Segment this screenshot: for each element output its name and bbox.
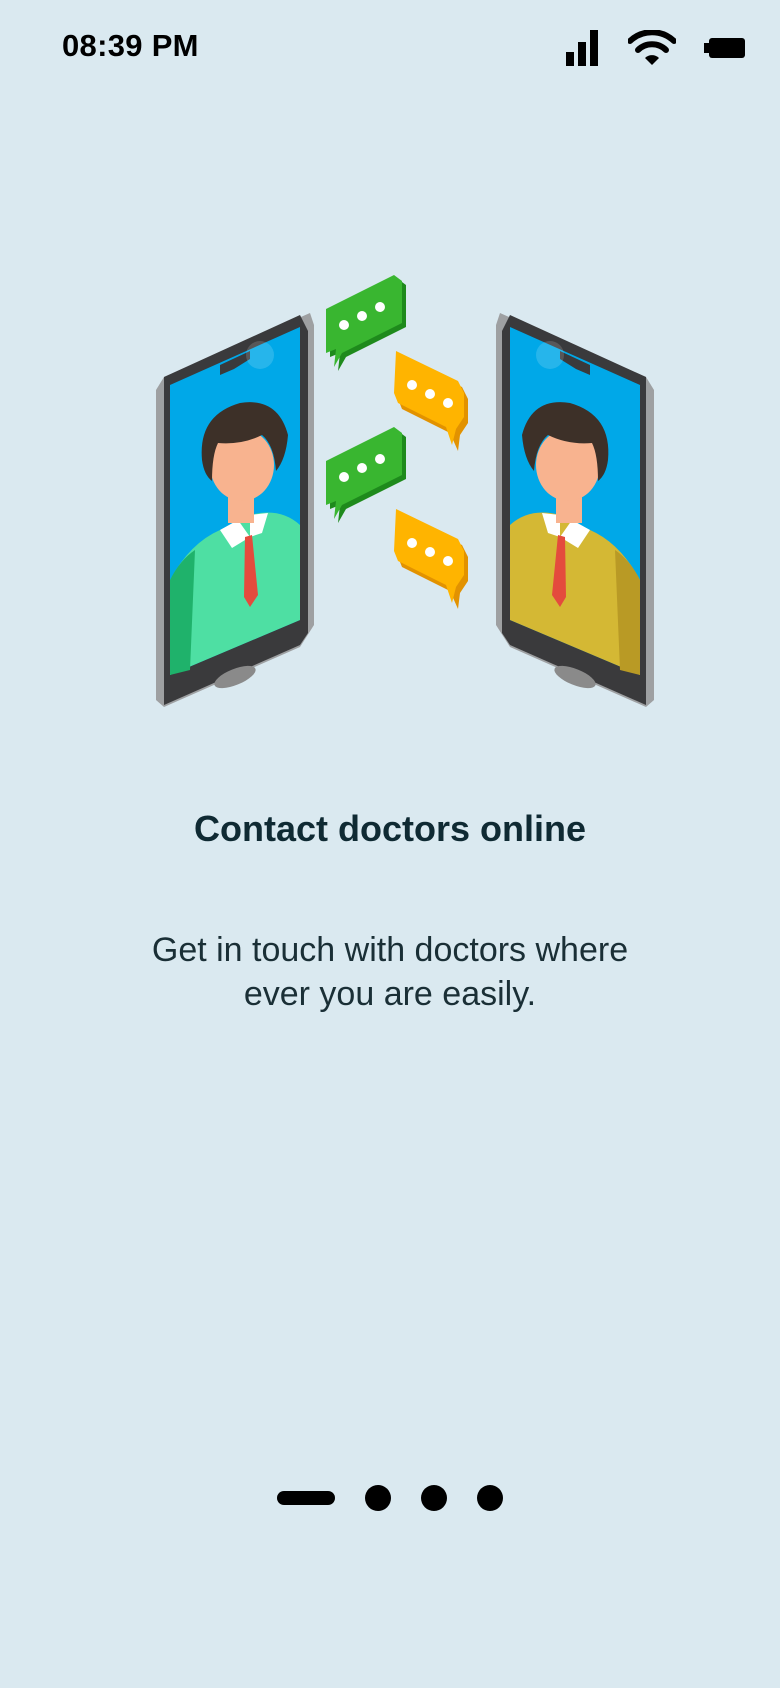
video-consultation-illustration	[156, 275, 654, 707]
orange-chat-bubble-bottom	[394, 509, 468, 609]
status-time: 08:39 PM	[62, 28, 199, 63]
signal-icon	[566, 30, 598, 66]
page-indicator-active[interactable]	[277, 1491, 335, 1505]
page-indicator-dot[interactable]	[477, 1485, 503, 1511]
onboarding-description: Get in touch with doctors where ever you…	[110, 928, 670, 1016]
description-line-1: Get in touch with doctors where	[151, 931, 629, 969]
onboarding-title: Contact doctors online	[193, 808, 586, 849]
page-indicator	[0, 1484, 780, 1512]
right-phone	[496, 313, 654, 707]
green-chat-bubble-top	[326, 275, 406, 371]
orange-chat-bubble-top	[394, 351, 468, 451]
status-icons	[566, 30, 746, 66]
status-bar: 08:39 PM	[0, 0, 780, 100]
page-indicator-dot[interactable]	[365, 1485, 391, 1511]
page-indicator-dot[interactable]	[421, 1485, 447, 1511]
left-phone	[156, 313, 314, 707]
battery-icon	[704, 38, 745, 58]
green-chat-bubble-bottom	[326, 427, 406, 523]
wifi-icon	[628, 30, 676, 65]
description-line-2: ever you are easily.	[243, 975, 537, 1013]
